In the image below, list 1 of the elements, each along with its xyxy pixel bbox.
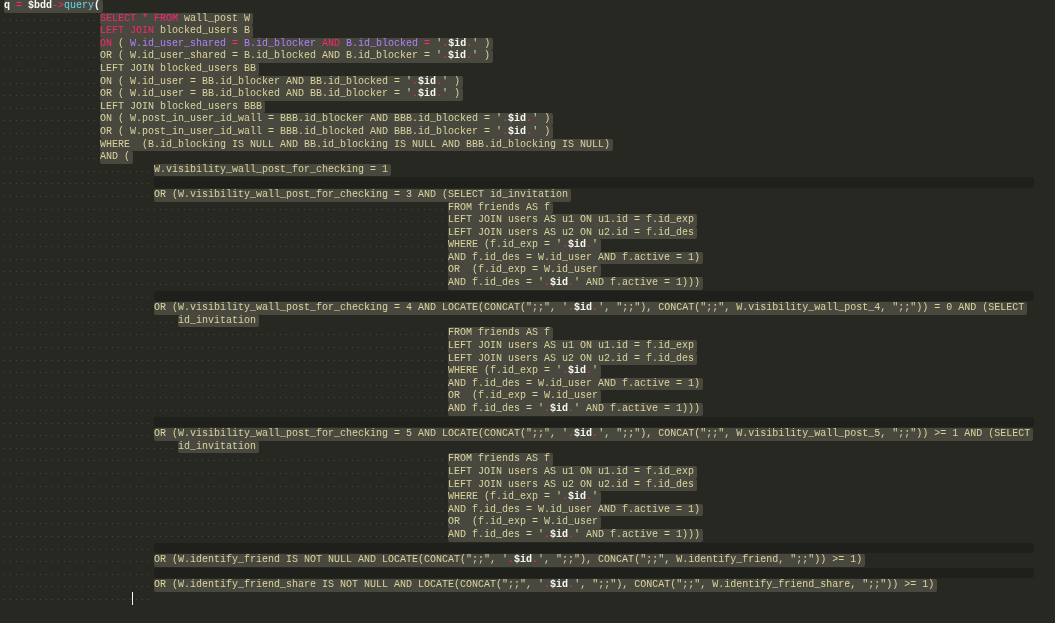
text-cursor [132,591,133,605]
